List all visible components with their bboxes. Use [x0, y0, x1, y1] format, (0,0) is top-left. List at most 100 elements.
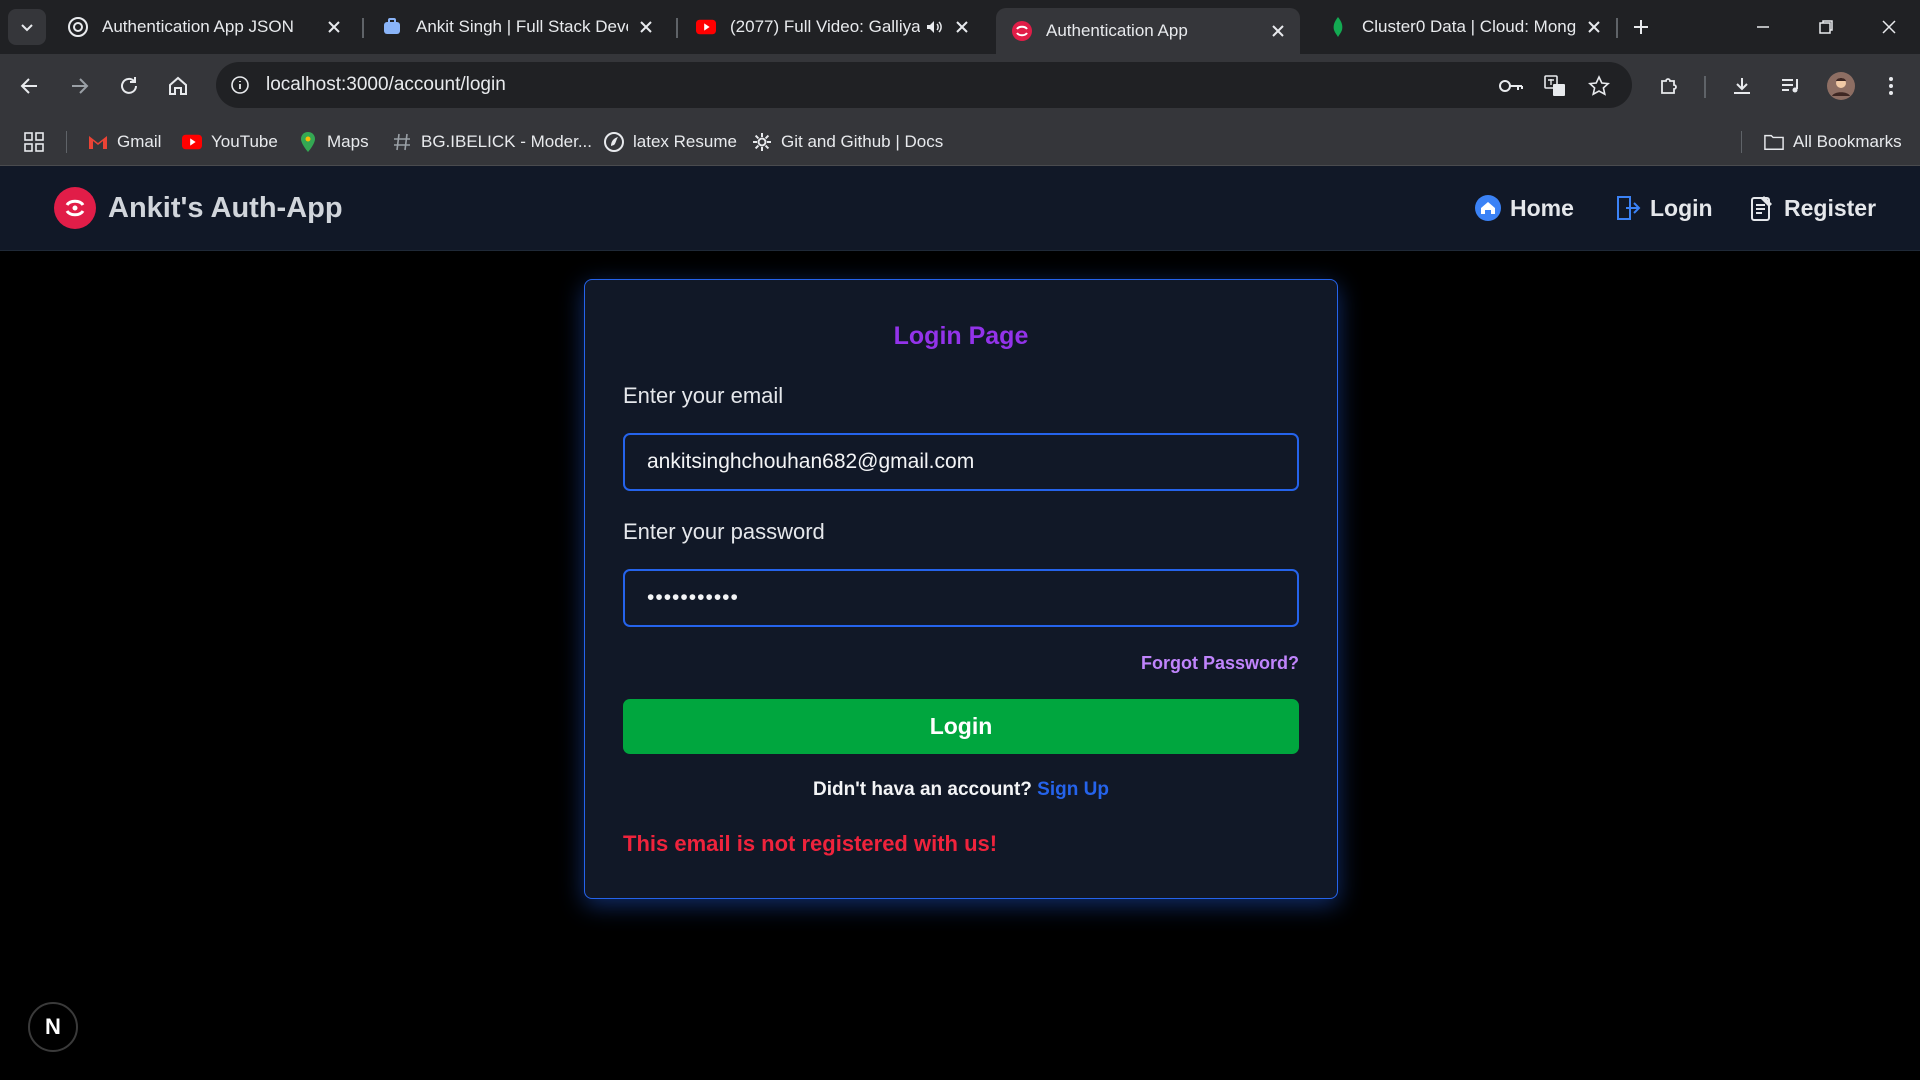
tab-authentication-app-json[interactable]: Authentication App JSON [52, 8, 356, 46]
puzzle-icon [1661, 78, 1677, 94]
reload-icon [121, 77, 137, 94]
app-logo-icon [54, 187, 96, 229]
bookmark-label: All Bookmarks [1793, 132, 1902, 151]
bookmark-label: Git and Github | Docs [781, 132, 944, 151]
nav-login-link[interactable]: Login [1614, 194, 1713, 222]
downloads-button[interactable] [1726, 70, 1758, 102]
minimize-icon [1757, 26, 1769, 28]
forgot-password-link[interactable]: Forgot Password? [1141, 653, 1299, 674]
home-button[interactable] [162, 70, 194, 102]
download-icon [1734, 78, 1750, 94]
tab-title: (2077) Full Video: Galliyan [730, 17, 920, 36]
overleaf-icon [604, 132, 624, 152]
nav-home-link[interactable]: Home [1474, 194, 1574, 222]
apps-button[interactable] [24, 130, 44, 154]
tab-title: Authentication App JSON [102, 17, 294, 36]
nav-link-label: Login [1650, 194, 1713, 221]
apps-grid-icon [24, 132, 44, 152]
brand[interactable]: Ankit's Auth-App [54, 187, 343, 229]
bookmark-label: latex Resume [633, 132, 737, 151]
error-message: This email is not registered with us! [623, 831, 998, 856]
bookmark-label: Gmail [117, 132, 162, 151]
close-icon[interactable] [1584, 17, 1604, 37]
bookmark-separator [66, 131, 67, 153]
url-text[interactable]: localhost:3000/account/login [266, 74, 506, 96]
bookmark-latex-resume[interactable]: latex Resume [604, 130, 737, 154]
login-button[interactable]: Login [623, 699, 1299, 754]
login-card: Login Page Enter your email Enter your p… [584, 279, 1338, 899]
mongodb-leaf-icon [1328, 17, 1348, 37]
bookmark-label: Maps [327, 132, 369, 151]
nav-register-link[interactable]: Register [1748, 194, 1876, 222]
password-input[interactable] [623, 569, 1299, 627]
gmail-icon [88, 132, 108, 152]
hash-icon [392, 132, 412, 152]
site-info-icon[interactable] [228, 73, 252, 97]
tab-separator [676, 18, 678, 38]
close-icon[interactable] [324, 17, 344, 37]
browser-menu-button[interactable] [1875, 70, 1907, 102]
avatar-icon [1827, 72, 1855, 100]
tab-ankit-singh-portfolio[interactable]: Ankit Singh | Full Stack Developer [366, 8, 668, 46]
bookmark-bg-ibelick[interactable]: BG.IBELICK - Moder... [392, 130, 592, 154]
bookmark-maps[interactable]: Maps [298, 130, 369, 154]
register-icon [1748, 194, 1776, 222]
email-input[interactable] [623, 433, 1299, 491]
tab-search-button[interactable] [8, 9, 46, 45]
bookmark-label: YouTube [211, 132, 278, 151]
restore-button[interactable] [1801, 8, 1851, 46]
brand-name: Ankit's Auth-App [108, 191, 343, 224]
more-vertical-icon [1889, 77, 1893, 95]
browser-tab-bar: Authentication App JSON Ankit Singh | Fu… [0, 0, 1920, 54]
tab-authentication-app[interactable]: Authentication App [996, 8, 1300, 54]
bookmark-git-github-docs[interactable]: Git and Github | Docs [752, 130, 943, 154]
minimize-button[interactable] [1738, 8, 1788, 46]
password-label: Enter your password [623, 519, 825, 544]
login-title: Login Page [893, 322, 1029, 350]
translate-icon[interactable] [1542, 73, 1568, 99]
playlist-music-icon [1782, 79, 1798, 93]
tab-title: Authentication App [1046, 21, 1188, 40]
profile-avatar[interactable] [1825, 70, 1857, 102]
back-button[interactable] [14, 70, 46, 102]
close-window-button[interactable] [1864, 8, 1914, 46]
extensions-button[interactable] [1653, 70, 1685, 102]
close-icon[interactable] [636, 17, 656, 37]
close-icon [1882, 20, 1896, 34]
tab-mongodb-cloud[interactable]: Cluster0 Data | Cloud: MongoDB [1312, 8, 1616, 46]
signup-prompt-text: Didn't hava an account? [813, 779, 1032, 800]
bookmarks-bar: Gmail YouTube Maps BG.IBELICK - Moder...… [0, 118, 1920, 166]
nextjs-dev-badge[interactable]: N [28, 1002, 78, 1052]
tab-separator [362, 18, 364, 38]
gear-icon [752, 132, 772, 152]
browser-toolbar: localhost:3000/account/login [0, 54, 1920, 118]
close-icon[interactable] [1268, 21, 1288, 41]
folder-icon [1764, 132, 1784, 152]
arrow-left-icon [20, 78, 37, 94]
speaker-icon[interactable] [924, 17, 944, 37]
signup-prompt: Didn't hava an account? Sign Up [585, 779, 1337, 801]
bookmark-label: BG.IBELICK - Moder... [421, 132, 593, 151]
star-icon[interactable] [1586, 73, 1612, 99]
bookmark-separator [1741, 131, 1742, 153]
home-icon [1474, 194, 1502, 222]
signup-link[interactable]: Sign Up [1037, 779, 1109, 800]
media-control-button[interactable] [1775, 70, 1807, 102]
reload-button[interactable] [113, 70, 145, 102]
new-tab-button[interactable] [1616, 8, 1666, 46]
bookmark-youtube[interactable]: YouTube [182, 130, 278, 154]
tab-title: Cluster0 Data | Cloud: MongoDB [1362, 17, 1576, 36]
chevron-down-icon [21, 24, 33, 32]
close-icon[interactable] [952, 17, 972, 37]
password-key-icon[interactable] [1498, 73, 1524, 99]
youtube-icon [696, 17, 716, 37]
youtube-icon [182, 132, 202, 152]
forward-button[interactable] [63, 70, 95, 102]
arrow-right-icon [72, 78, 89, 94]
address-bar[interactable]: localhost:3000/account/login [216, 62, 1632, 108]
briefcase-icon [382, 17, 402, 37]
home-icon [169, 76, 187, 95]
tab-youtube-video[interactable]: (2077) Full Video: Galliyan [680, 8, 984, 46]
bookmark-gmail[interactable]: Gmail [88, 130, 161, 154]
all-bookmarks-button[interactable]: All Bookmarks [1764, 130, 1902, 154]
